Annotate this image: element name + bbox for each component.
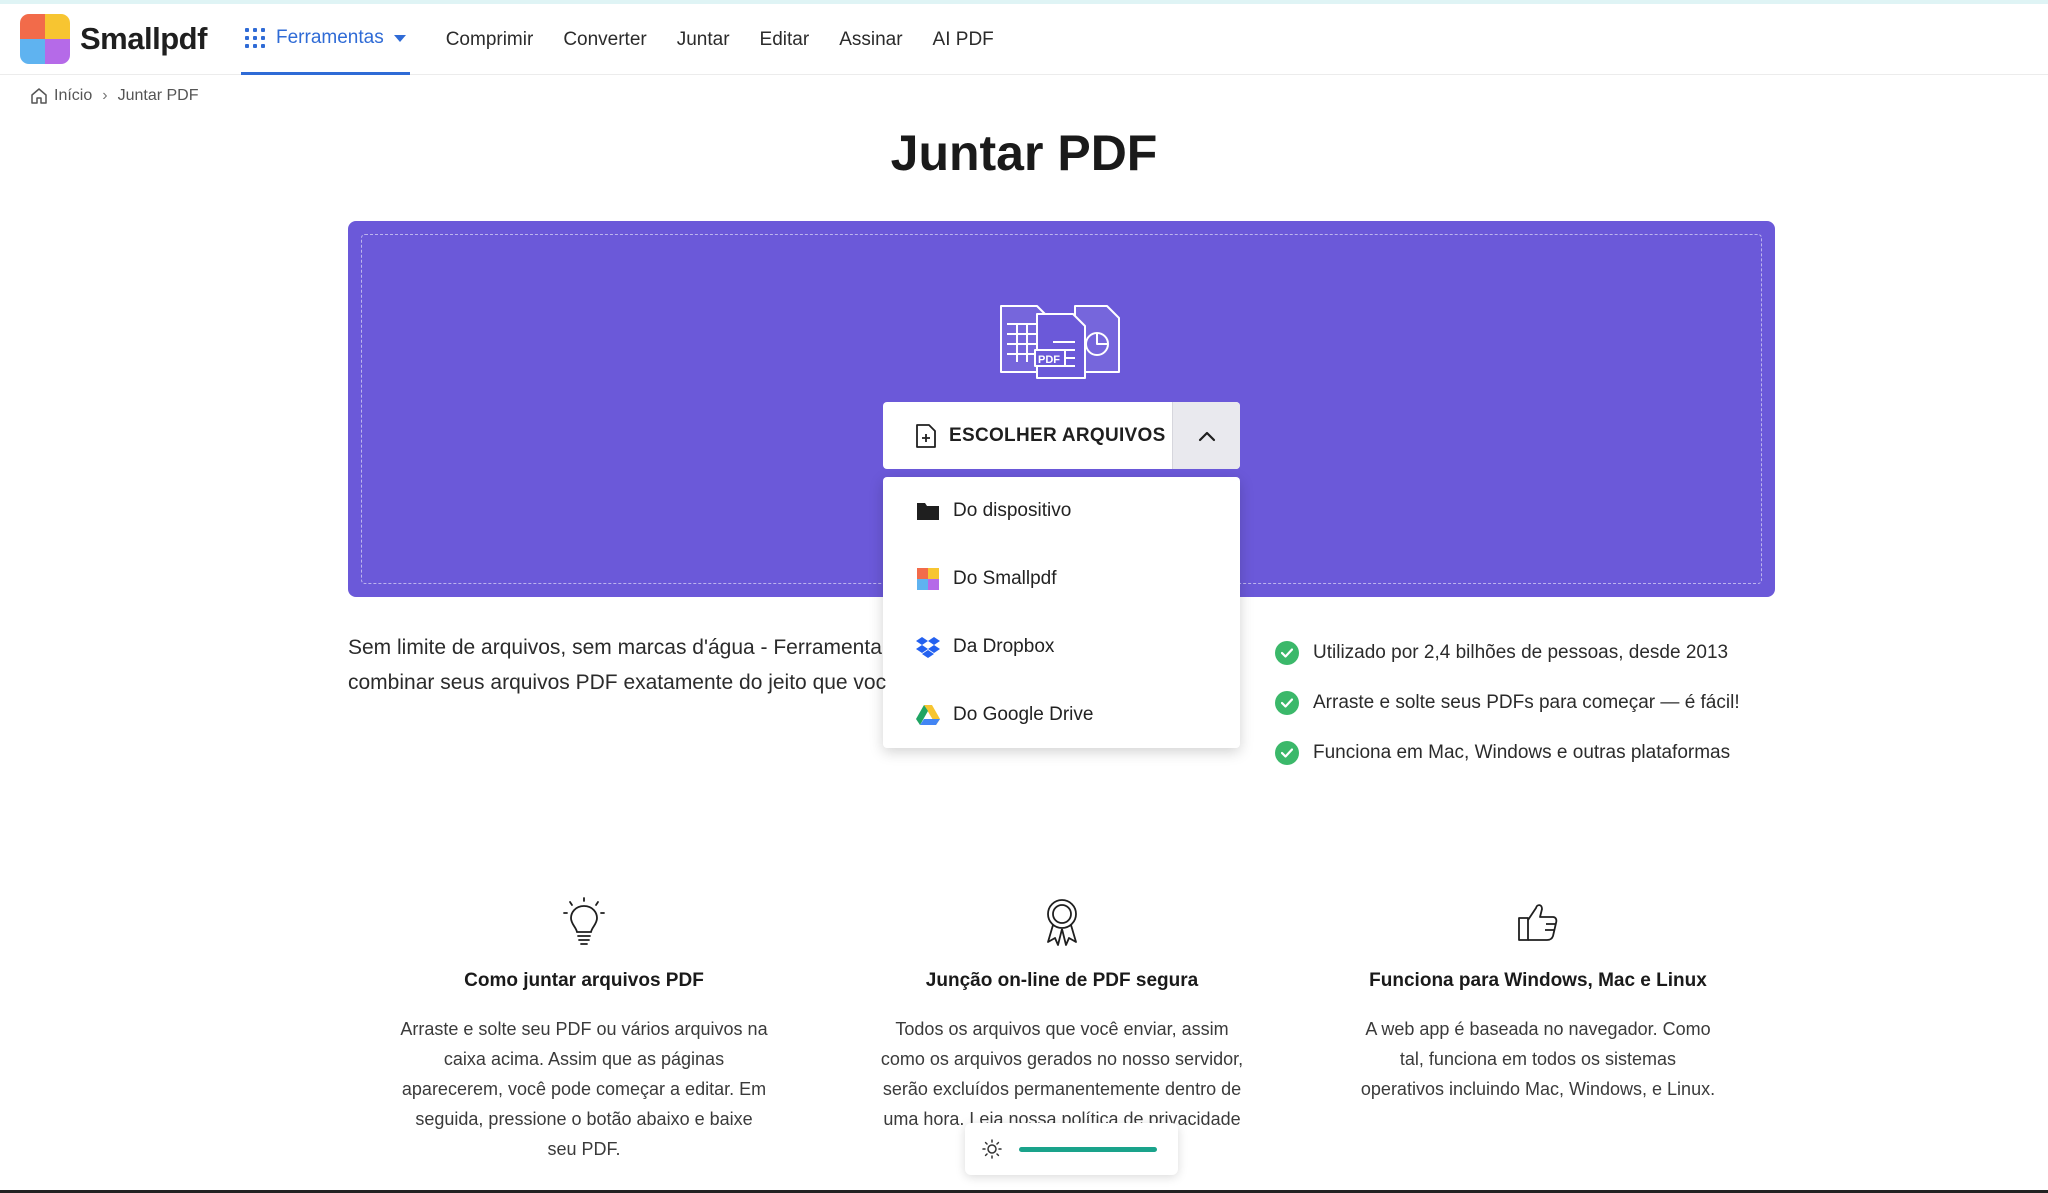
benefit-text: Utilizado por 2,4 bilhões de pessoas, de… xyxy=(1313,642,1729,663)
tools-menu-label: Ferramentas xyxy=(276,27,384,48)
choose-files-dropdown-toggle[interactable] xyxy=(1172,402,1240,469)
svg-text:PDF: PDF xyxy=(1038,354,1060,366)
page-title: Juntar PDF xyxy=(890,125,1158,181)
choose-files-button[interactable]: ESCOLHER ARQUIVOS xyxy=(883,402,1172,469)
google-drive-icon xyxy=(915,702,941,728)
menu-item-label: Do Google Drive xyxy=(953,704,1094,725)
breadcrumb-current: Juntar PDF xyxy=(117,87,199,104)
nav-link-comprimir[interactable]: Comprimir xyxy=(446,29,534,51)
breadcrumb: Início › Juntar PDF xyxy=(30,87,199,105)
check-circle-icon xyxy=(1275,691,1299,715)
progress-bar xyxy=(1019,1146,1157,1152)
check-circle-icon xyxy=(1275,741,1299,765)
menu-item-label: Do dispositivo xyxy=(953,500,1072,521)
tools-menu-button[interactable]: Ferramentas xyxy=(241,4,410,75)
benefit-item: Funciona em Mac, Windows e outras plataf… xyxy=(1275,728,1740,778)
intro-text: Sem limite de arquivos, sem marcas d'águ… xyxy=(348,630,888,700)
nav-link-assinar[interactable]: Assinar xyxy=(839,29,902,51)
dropbox-icon xyxy=(915,634,941,660)
nav-link-converter[interactable]: Converter xyxy=(563,29,646,51)
check-circle-icon xyxy=(1275,641,1299,665)
file-add-icon xyxy=(916,423,936,448)
nav-link-ai-pdf[interactable]: AI PDF xyxy=(933,29,994,51)
feature-description: Arraste e solte seu PDF ou vários arquiv… xyxy=(400,1019,768,1159)
award-ribbon-icon xyxy=(862,894,1262,950)
file-source-menu: Do dispositivo Do Smallpdf Da Dropbox Do… xyxy=(883,477,1240,748)
main-nav: Ferramentas Comprimir Converter Juntar E… xyxy=(241,4,1024,75)
lightbulb-icon xyxy=(384,894,784,950)
benefit-text: Funciona em Mac, Windows e outras plataf… xyxy=(1313,742,1731,763)
loading-toast xyxy=(965,1123,1178,1175)
menu-item-from-smallpdf[interactable]: Do Smallpdf xyxy=(883,545,1240,613)
menu-item-label: Do Smallpdf xyxy=(953,568,1057,589)
intro-line: combinar seus arquivos PDF exatamente do… xyxy=(348,671,887,694)
feature-title: Junção on-line de PDF segura xyxy=(925,970,1199,991)
menu-item-from-google-drive[interactable]: Do Google Drive xyxy=(883,681,1240,749)
breadcrumb-separator: › xyxy=(102,87,108,104)
menu-item-label: Da Dropbox xyxy=(953,636,1055,657)
brand-logo[interactable]: Smallpdf xyxy=(20,14,207,64)
feature-cross-platform: Funciona para Windows, Mac e Linux A web… xyxy=(1338,894,1738,1104)
folder-icon xyxy=(915,498,941,524)
feature-title: Como juntar arquivos PDF xyxy=(464,970,704,991)
benefit-item: Utilizado por 2,4 bilhões de pessoas, de… xyxy=(1275,628,1740,678)
choose-files-label: ESCOLHER ARQUIVOS xyxy=(949,424,1166,446)
feature-title: Funciona para Windows, Mac e Linux xyxy=(1369,970,1707,991)
feature-description: A web app é baseada no navegador. Como t… xyxy=(1360,1019,1716,1099)
choose-files-control: ESCOLHER ARQUIVOS xyxy=(883,402,1240,469)
smallpdf-logo-icon xyxy=(20,14,70,64)
nav-link-editar[interactable]: Editar xyxy=(760,29,810,51)
chevron-up-icon xyxy=(1198,431,1215,441)
benefits-list: Utilizado por 2,4 bilhões de pessoas, de… xyxy=(1275,628,1740,778)
menu-item-from-dropbox[interactable]: Da Dropbox xyxy=(883,613,1240,681)
benefit-item: Arraste e solte seus PDFs para começar —… xyxy=(1275,678,1740,728)
intro-line: Sem limite de arquivos, sem marcas d'águ… xyxy=(348,636,882,659)
breadcrumb-home-link[interactable]: Início xyxy=(54,87,92,105)
menu-item-from-device[interactable]: Do dispositivo xyxy=(883,477,1240,545)
feature-how-to-merge: Como juntar arquivos PDF Arraste e solte… xyxy=(384,894,784,1164)
chevron-down-icon xyxy=(393,34,406,42)
brand-name: Smallpdf xyxy=(80,21,207,56)
sun-icon xyxy=(982,1139,1002,1159)
apps-grid-icon xyxy=(245,28,265,48)
documents-illustration-icon: PDF xyxy=(1000,305,1120,379)
nav-link-juntar[interactable]: Juntar xyxy=(677,29,730,51)
thumbs-up-icon xyxy=(1338,894,1738,950)
site-header: Smallpdf Ferramentas Comprimir Converter… xyxy=(0,4,2048,75)
smallpdf-icon xyxy=(915,566,941,592)
benefit-text: Arraste e solte seus PDFs para começar —… xyxy=(1313,692,1740,713)
home-icon xyxy=(31,88,47,104)
